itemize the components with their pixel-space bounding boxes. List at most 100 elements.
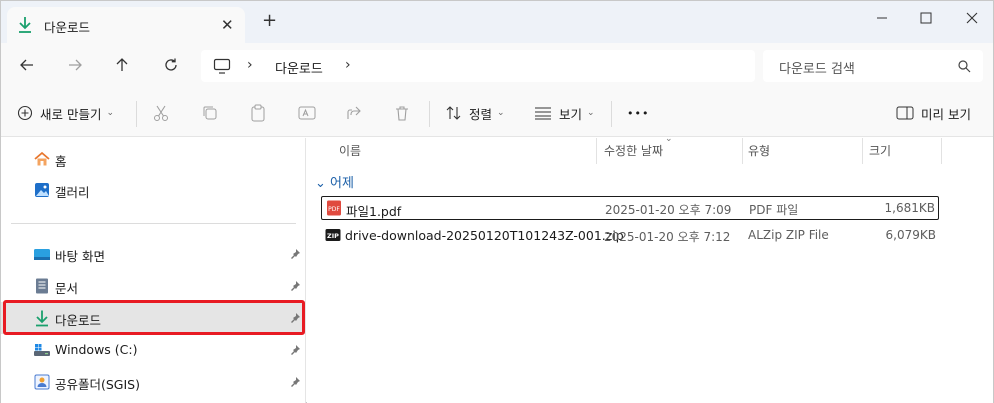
delete-button[interactable] — [394, 101, 410, 125]
refresh-icon — [165, 58, 177, 71]
svg-text:PDF: PDF — [328, 206, 340, 213]
pdf-file-icon: PDF — [327, 200, 341, 216]
tab-title: 다운로드 — [44, 20, 91, 35]
file-name: drive-download-20250120T101243Z-001.zip — [345, 228, 624, 243]
sidebar-item-gallery[interactable]: 갤러리 — [1, 174, 306, 206]
trash-icon — [396, 106, 408, 121]
up-button[interactable] — [110, 53, 134, 77]
pin-icon[interactable] — [289, 376, 301, 388]
file-row[interactable]: ZIP drive-download-20250120T101243Z-001.… — [321, 224, 939, 248]
maximize-icon — [920, 12, 932, 24]
drive-icon — [34, 344, 50, 356]
chevron-down-icon: ⌄ — [315, 176, 326, 191]
rename-button[interactable] — [298, 101, 316, 125]
share-icon — [347, 106, 361, 119]
breadcrumb-chevron-icon[interactable]: › — [345, 57, 351, 73]
search-input[interactable]: 다운로드 검색 — [763, 50, 983, 82]
pin-icon[interactable] — [289, 248, 301, 260]
refresh-button[interactable] — [159, 53, 183, 77]
column-header-size[interactable]: 크기 — [869, 142, 891, 159]
forward-button[interactable] — [63, 53, 87, 77]
group-label: 어제 — [330, 176, 354, 191]
chevron-down-icon: ⌄ — [106, 108, 115, 118]
file-size: 1,681KB — [884, 201, 935, 215]
sidebar-item-documents[interactable]: 문서 — [1, 270, 306, 302]
column-divider[interactable] — [742, 138, 743, 164]
view-list-icon — [535, 107, 551, 120]
chevron-down-icon: ⌄ — [497, 108, 505, 118]
file-row[interactable]: PDF 파일1.pdf 2025-01-20 오후 7:09 PDF 파일 1,… — [321, 196, 939, 220]
group-header-yesterday[interactable]: ⌄ 어제 — [315, 172, 354, 191]
download-icon — [19, 17, 31, 33]
home-icon — [34, 151, 50, 166]
file-name: 파일1.pdf — [346, 204, 402, 219]
file-size: 6,079KB — [885, 228, 936, 242]
sort-button[interactable]: 정렬 ⌄ — [446, 101, 505, 125]
sidebar-item-label: 홈 — [55, 154, 67, 169]
title-bar: 다운로드 ✕ + — [1, 1, 993, 43]
cut-button[interactable] — [153, 101, 169, 125]
column-divider[interactable] — [596, 138, 597, 164]
more-options-button[interactable]: ••• — [627, 101, 649, 125]
rename-icon — [298, 106, 316, 120]
breadcrumb-chevron-icon[interactable]: › — [247, 57, 253, 73]
preview-pane-button[interactable]: 미리 보기 — [896, 101, 971, 125]
column-divider[interactable] — [941, 138, 942, 164]
sidebar-divider — [11, 223, 296, 224]
scissors-icon — [154, 105, 168, 121]
column-divider[interactable] — [862, 138, 863, 164]
column-header-modified[interactable]: 수정한 날짜 — [604, 142, 663, 159]
sidebar-item-shared-folder[interactable]: 공유폴더(SGIS) — [1, 366, 306, 398]
column-header-type[interactable]: 유형 — [748, 142, 770, 159]
this-pc-icon — [213, 58, 231, 74]
address-bar[interactable]: › 다운로드 › — [201, 50, 755, 82]
file-type: ALZip ZIP File — [748, 228, 829, 242]
new-tab-button[interactable]: + — [262, 12, 277, 30]
svg-text:ZIP: ZIP — [327, 232, 339, 240]
desktop-icon — [34, 249, 50, 260]
pin-icon[interactable] — [289, 280, 301, 292]
preview-button-label: 미리 보기 — [921, 106, 971, 122]
paste-button[interactable] — [250, 101, 266, 125]
back-button[interactable] — [15, 53, 39, 77]
pin-icon[interactable] — [289, 344, 301, 356]
selection-highlight-box — [3, 300, 305, 335]
close-window-button[interactable] — [961, 7, 983, 29]
arrow-up-icon — [116, 58, 128, 71]
sidebar-item-windows-c[interactable]: Windows (C:) — [1, 334, 306, 366]
search-icon — [958, 60, 971, 73]
sidebar-item-label: 바탕 화면 — [55, 249, 105, 264]
minimize-icon — [877, 17, 887, 19]
search-placeholder: 다운로드 검색 — [779, 62, 855, 77]
navigation-pane: 홈 갤러리 바탕 화면 문서 다운로드 Windows (C:) 공유폴더(SG… — [1, 138, 306, 403]
tab-downloads[interactable]: 다운로드 ✕ — [7, 7, 245, 43]
tab-close-icon[interactable]: ✕ — [221, 16, 234, 34]
zip-file-icon: ZIP — [325, 229, 341, 241]
plus-circle-icon — [17, 105, 33, 121]
sidebar-item-label: Windows (C:) — [55, 342, 138, 357]
shared-folder-icon — [34, 374, 50, 390]
view-button[interactable]: 보기 ⌄ — [534, 101, 595, 125]
breadcrumb-downloads[interactable]: 다운로드 — [275, 58, 323, 77]
new-button[interactable]: 새로 만들기 ⌄ — [17, 101, 114, 125]
navigation-bar: › 다운로드 › 다운로드 검색 — [1, 43, 993, 87]
copy-button[interactable] — [202, 101, 218, 125]
minimize-button[interactable] — [871, 7, 893, 29]
divider — [611, 101, 612, 127]
share-button[interactable] — [346, 101, 362, 125]
maximize-button[interactable] — [915, 7, 937, 29]
sidebar-item-home[interactable]: 홈 — [1, 143, 306, 175]
copy-icon — [203, 106, 217, 120]
gallery-icon — [35, 183, 49, 197]
file-explorer-window: 다운로드 ✕ + › 다운로드 › 다운로드 검색 새로 만들기 ⌄ 정렬 ⌄ … — [0, 0, 994, 403]
view-button-label: 보기 — [559, 106, 583, 122]
sidebar-item-desktop[interactable]: 바탕 화면 — [1, 238, 306, 270]
arrow-left-icon — [20, 59, 33, 71]
divider — [429, 101, 430, 127]
column-header-name[interactable]: 이름 — [339, 142, 361, 159]
sort-icon — [446, 106, 461, 120]
close-icon — [966, 12, 978, 24]
command-bar: 새로 만들기 ⌄ 정렬 ⌄ 보기 ⌄ ••• 미리 보기 — [1, 87, 993, 137]
file-modified: 2025-01-20 오후 7:12 — [604, 230, 731, 244]
new-button-label: 새로 만들기 — [40, 106, 102, 122]
